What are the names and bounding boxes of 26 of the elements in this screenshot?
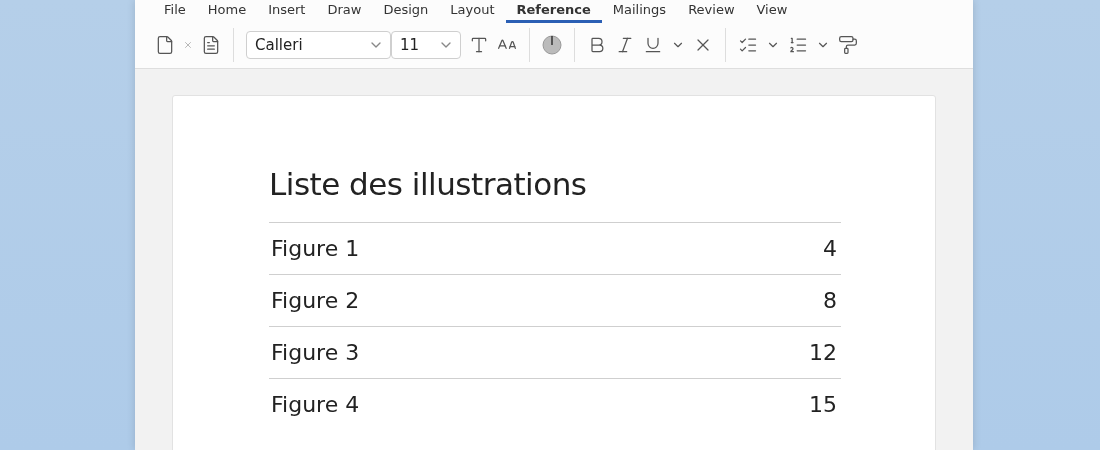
format-painter-icon[interactable]: [838, 35, 858, 55]
document-title: Liste des illustrations: [269, 166, 588, 202]
ribbon-tab[interactable]: Insert: [257, 0, 317, 23]
ribbon-tab[interactable]: Review: [677, 0, 746, 23]
numbered-list-icon[interactable]: [788, 35, 808, 55]
ribbon-tab[interactable]: File: [153, 0, 197, 23]
page-number: 12: [809, 340, 837, 365]
ribbon-tab[interactable]: View: [745, 0, 799, 23]
ribbon-tab[interactable]: Design: [372, 0, 440, 23]
figure-label: Figure 3: [271, 340, 360, 365]
page-number: 15: [809, 392, 837, 417]
ribbon-tab[interactable]: Home: [196, 0, 258, 23]
font-size-dropdown[interactable]: 11: [391, 31, 461, 59]
page-number: 8: [823, 288, 837, 313]
ribbon-tab[interactable]: Layout: [439, 0, 506, 23]
font-dropdown[interactable]: Calleri: [246, 31, 391, 59]
page-number: 4: [823, 236, 837, 261]
document-icon[interactable]: [155, 35, 175, 55]
underline-icon[interactable]: [643, 35, 663, 55]
figure-label: Figure 4: [271, 392, 360, 417]
figure-label: Figure 1: [271, 236, 360, 261]
ribbon-tab[interactable]: Reference: [505, 0, 602, 23]
ribbon-tab[interactable]: Draw: [316, 0, 373, 23]
page-icon[interactable]: [201, 35, 221, 55]
ribbon-tab[interactable]: Mailings: [601, 0, 678, 23]
figure-label: Figure 2: [271, 288, 360, 313]
